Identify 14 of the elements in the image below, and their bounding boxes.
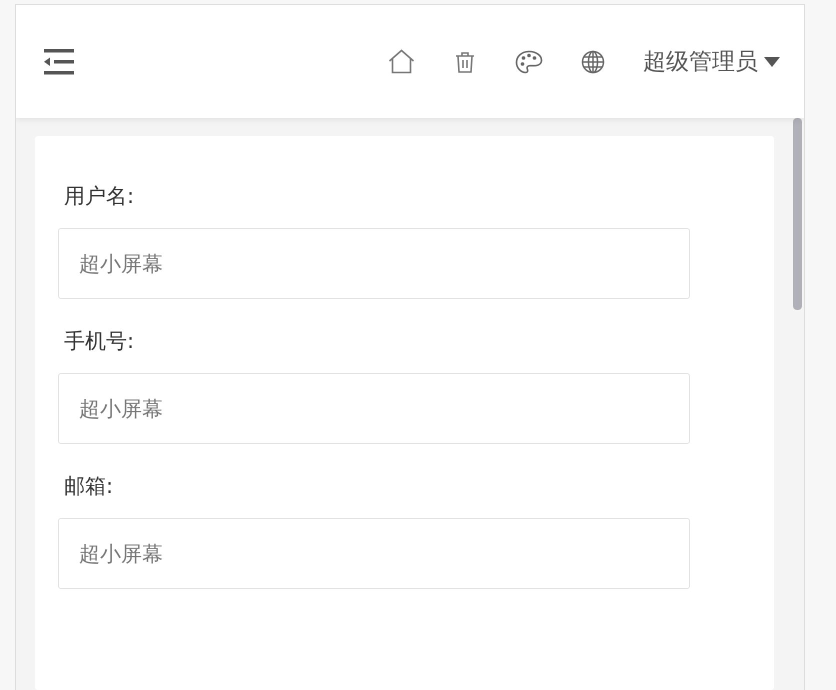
field-label: 邮箱: (64, 473, 114, 500)
caret-icon (764, 56, 780, 66)
scrollbar-thumb[interactable] (793, 118, 802, 310)
home-icon[interactable] (388, 49, 415, 74)
field-label: 用户名: (64, 183, 136, 210)
palette-icon[interactable] (515, 50, 543, 74)
field-label: 手机号: (64, 328, 136, 355)
input-field[interactable]: 超小屏幕 (58, 518, 690, 589)
user-menu[interactable]: 超级管理员 (643, 46, 780, 77)
input-field[interactable]: 超小屏幕 (58, 228, 690, 299)
input-field[interactable]: 超小屏幕 (58, 373, 690, 444)
menu-icon[interactable] (44, 48, 74, 74)
globe-icon[interactable] (581, 50, 605, 74)
trash-icon[interactable] (455, 50, 475, 72)
